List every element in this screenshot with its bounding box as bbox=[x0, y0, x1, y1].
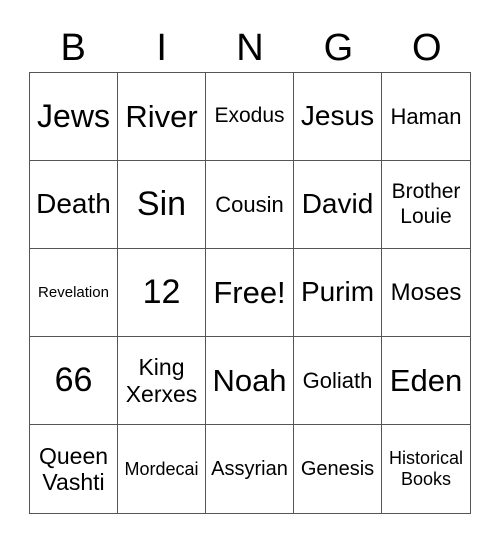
bingo-cell: Noah bbox=[206, 337, 294, 425]
bingo-cell: Brother Louie bbox=[382, 161, 470, 249]
header-letter-b: B bbox=[60, 27, 86, 69]
bingo-cell: Sin bbox=[118, 161, 206, 249]
bingo-cell: River bbox=[118, 73, 206, 161]
header-letter-i: I bbox=[156, 27, 167, 69]
bingo-header: B I N G O bbox=[29, 26, 471, 70]
bingo-cell: Exodus bbox=[206, 73, 294, 161]
bingo-cell: 66 bbox=[30, 337, 118, 425]
bingo-cell: Historical Books bbox=[388, 448, 463, 489]
bingo-cell: Goliath bbox=[294, 337, 382, 425]
header-letter-o: O bbox=[412, 27, 442, 69]
bingo-cell: Queen Vashti bbox=[30, 425, 118, 513]
bingo-cell: Cousin bbox=[206, 161, 294, 249]
bingo-cell: Free! bbox=[206, 249, 294, 337]
bingo-cell: Death bbox=[30, 161, 118, 249]
bingo-cell: 12 bbox=[118, 249, 206, 337]
header-letter-n: N bbox=[236, 27, 264, 69]
bingo-cell: Genesis bbox=[294, 425, 382, 513]
bingo-cell: Assyrian bbox=[206, 425, 294, 513]
bingo-cell: Jews bbox=[30, 73, 118, 161]
bingo-cell: King Xerxes bbox=[118, 337, 206, 425]
bingo-cell: Moses bbox=[382, 249, 470, 337]
bingo-grid: Jews River Exodus Jesus Haman Death Sin Cousin D… bbox=[29, 72, 471, 514]
bingo-cell: Revelation bbox=[30, 249, 118, 337]
bingo-cell: Eden bbox=[382, 337, 470, 425]
bingo-cell: David bbox=[294, 161, 382, 249]
header-letter-g: G bbox=[323, 27, 354, 69]
bingo-cell: Purim bbox=[294, 249, 382, 337]
bingo-cell: Jesus bbox=[294, 73, 382, 161]
bingo-cell: Haman bbox=[382, 73, 470, 161]
bingo-cell: Mordecai bbox=[118, 425, 206, 513]
